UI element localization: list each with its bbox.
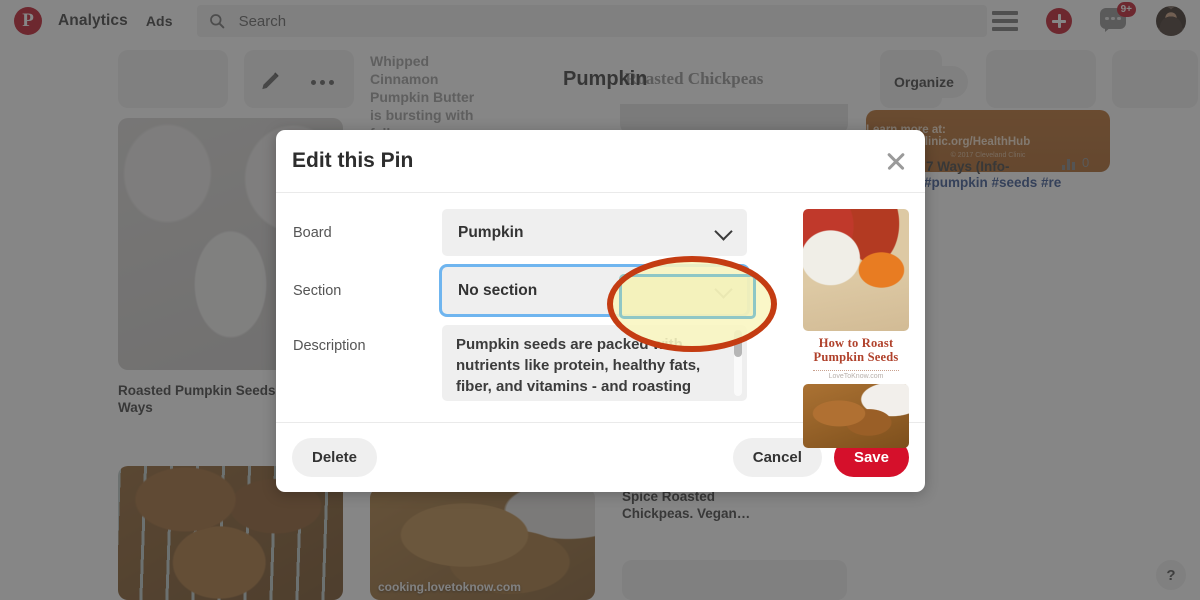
board-label: Board bbox=[293, 224, 332, 241]
description-input[interactable]: Pumpkin seeds are packed with nutrients … bbox=[442, 325, 747, 401]
dialog-body: Board Pumpkin Section No section Descrip… bbox=[276, 193, 925, 448]
pin-preview-title-line-1: How to Roast bbox=[818, 336, 894, 350]
edit-pin-dialog: Edit this Pin Board Pumpkin Section No s… bbox=[276, 130, 925, 492]
delete-button[interactable]: Delete bbox=[292, 438, 378, 477]
chevron-down-icon bbox=[714, 279, 733, 299]
section-select-value: No section bbox=[458, 281, 538, 299]
description-value: Pumpkin seeds are packed with nutrients … bbox=[456, 336, 701, 401]
section-label: Section bbox=[293, 282, 342, 299]
pin-preview-image-bottom bbox=[803, 384, 909, 448]
dialog-title: Edit this Pin bbox=[292, 149, 414, 172]
screen: Roasted Pumpkin Seeds Six Ways cooking.l… bbox=[0, 0, 1200, 600]
chevron-down-icon bbox=[714, 221, 733, 241]
description-label: Description bbox=[293, 338, 366, 354]
close-icon[interactable] bbox=[883, 148, 909, 174]
pin-preview-title: How to Roast Pumpkin Seeds bbox=[803, 331, 909, 367]
pin-preview-source: LoveToKnow.com bbox=[828, 373, 884, 380]
board-select-value: Pumpkin bbox=[458, 223, 524, 241]
pin-preview-image-top bbox=[803, 209, 909, 331]
section-select[interactable]: No section bbox=[442, 267, 747, 314]
description-scrollbar[interactable] bbox=[734, 330, 742, 396]
pin-preview: How to Roast Pumpkin Seeds LoveToKnow.co… bbox=[803, 209, 909, 448]
pin-preview-title-line-2: Pumpkin Seeds bbox=[813, 350, 899, 364]
dialog-header: Edit this Pin bbox=[276, 130, 925, 193]
divider bbox=[813, 370, 899, 371]
board-select[interactable]: Pumpkin bbox=[442, 209, 747, 256]
